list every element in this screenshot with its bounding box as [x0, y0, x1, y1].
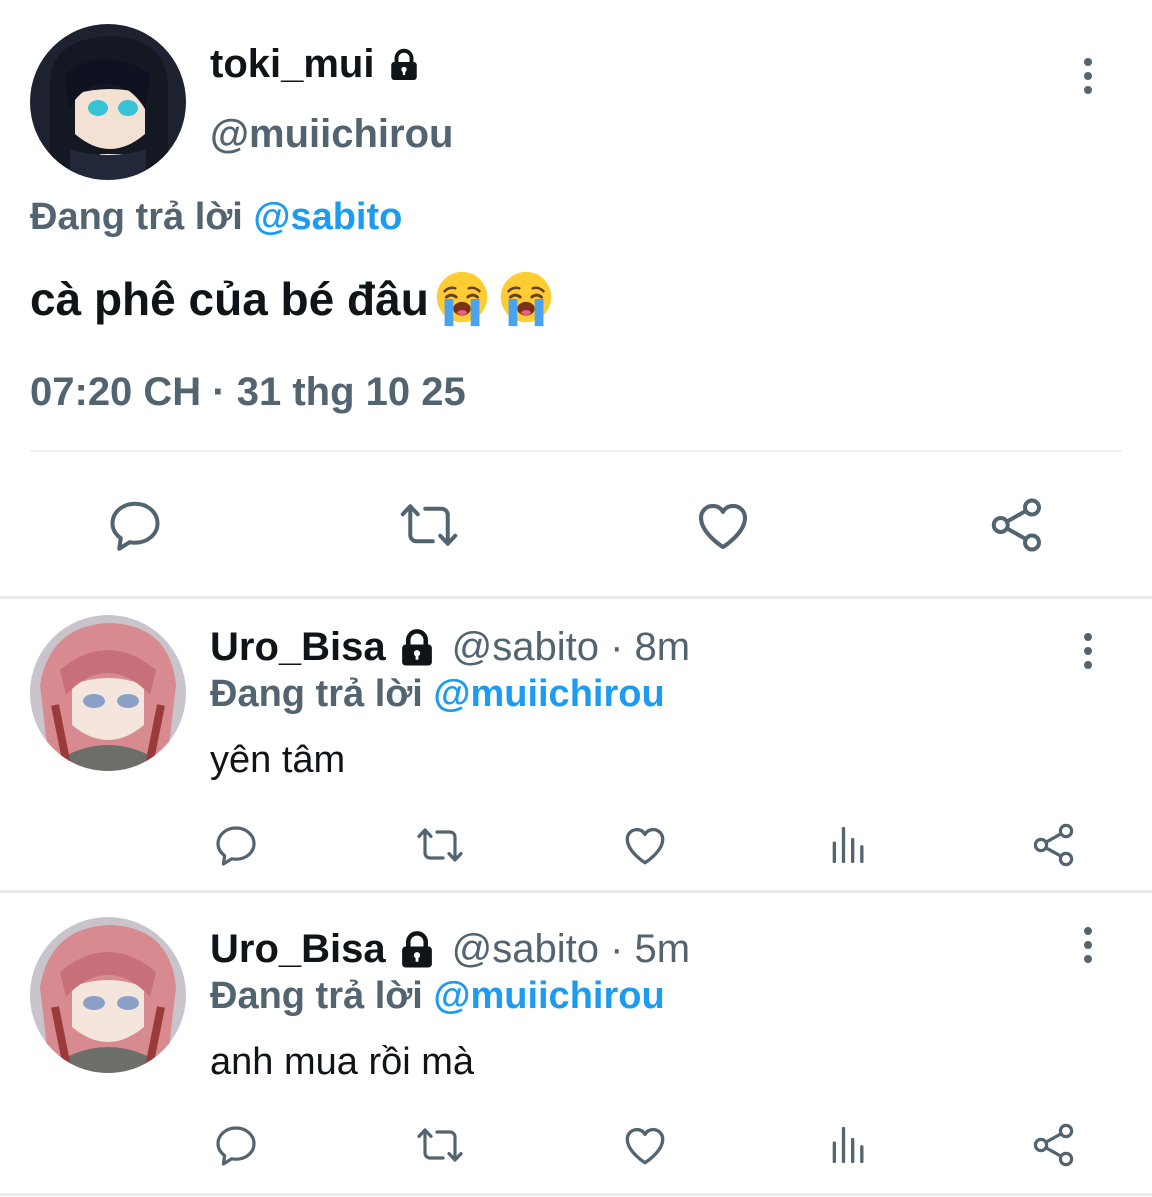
reply-tweet[interactable]: Uro_Bisa @sabito · 5m Đang trả lời @muii…	[0, 893, 1152, 1193]
loudly-crying-face-icon	[431, 268, 493, 330]
tweet-text: anh mua rồi mà	[210, 1041, 475, 1083]
like-icon	[620, 1120, 670, 1170]
retweet-icon	[414, 821, 466, 869]
lock-icon	[396, 627, 438, 669]
tweet-text: cà phê của bé đâu	[30, 268, 557, 330]
tweet-text-body: cà phê của bé đâu	[30, 273, 429, 325]
display-name[interactable]: toki_mui	[210, 42, 422, 87]
handle-and-time[interactable]: @sabito · 5m	[452, 927, 690, 972]
more-options-icon[interactable]	[1068, 915, 1108, 975]
like-button[interactable]	[620, 1121, 670, 1169]
share-button[interactable]	[1030, 1121, 1078, 1169]
replying-to-line: Đang trả lời @muiichirou	[210, 975, 665, 1018]
share-button[interactable]	[1030, 821, 1078, 869]
lock-icon	[396, 929, 438, 971]
replying-to-mention[interactable]: @muiichirou	[433, 673, 664, 715]
replying-to-mention[interactable]: @muiichirou	[433, 975, 664, 1017]
like-icon	[692, 494, 754, 556]
reply-tweet[interactable]: Uro_Bisa @sabito · 8m Đang trả lời @muii…	[0, 599, 1152, 890]
more-options-icon[interactable]	[1068, 46, 1108, 106]
replying-to-mention[interactable]: @sabito	[253, 196, 402, 238]
replying-prefix: Đang trả lời	[210, 673, 423, 715]
handle-and-time[interactable]: @sabito · 8m	[452, 625, 690, 670]
share-icon	[1030, 821, 1078, 869]
reply-header: Uro_Bisa @sabito · 5m	[210, 927, 690, 972]
reply-icon	[105, 495, 165, 555]
more-options-icon[interactable]	[1068, 621, 1108, 681]
timestamp[interactable]: 07:20 CH · 31 thg 10 25	[30, 370, 466, 415]
display-name[interactable]: Uro_Bisa	[210, 927, 386, 972]
replying-prefix: Đang trả lời	[210, 975, 423, 1017]
retweet-button[interactable]	[414, 1121, 466, 1169]
section-divider	[0, 1193, 1152, 1196]
replying-to-line: Đang trả lời @muiichirou	[210, 673, 665, 716]
retweet-button[interactable]	[414, 821, 466, 869]
analytics-icon	[827, 821, 871, 869]
reply-header: Uro_Bisa @sabito · 8m	[210, 625, 690, 670]
loudly-crying-face-icon	[495, 268, 557, 330]
reply-icon	[212, 821, 260, 869]
analytics-icon	[827, 1121, 871, 1169]
reply-button[interactable]	[212, 821, 260, 869]
reply-button[interactable]	[104, 494, 166, 556]
replying-prefix: Đang trả lời	[30, 196, 243, 238]
avatar[interactable]	[30, 615, 186, 771]
display-name-text[interactable]: toki_mui	[210, 42, 374, 87]
handle[interactable]: @muiichirou	[210, 112, 453, 157]
retweet-button[interactable]	[396, 494, 462, 556]
analytics-button[interactable]	[826, 1121, 872, 1169]
display-name[interactable]: Uro_Bisa	[210, 625, 386, 670]
avatar[interactable]	[30, 917, 186, 1073]
retweet-icon	[414, 1121, 466, 1169]
like-icon	[620, 820, 670, 870]
share-button[interactable]	[986, 494, 1048, 556]
share-icon	[1030, 1121, 1078, 1169]
replying-to-line: Đang trả lời @sabito	[30, 196, 402, 239]
reply-icon	[212, 1121, 260, 1169]
retweet-icon	[397, 495, 461, 555]
share-icon	[987, 495, 1047, 555]
like-button[interactable]	[692, 494, 754, 556]
reply-button[interactable]	[212, 1121, 260, 1169]
like-button[interactable]	[620, 821, 670, 869]
main-tweet: toki_mui @muiichirou Đang trả lời @sabit…	[0, 0, 1152, 596]
lock-icon	[386, 47, 422, 83]
divider	[30, 450, 1122, 452]
avatar[interactable]	[30, 24, 186, 180]
tweet-text: yên tâm	[210, 739, 346, 781]
analytics-button[interactable]	[826, 821, 872, 869]
